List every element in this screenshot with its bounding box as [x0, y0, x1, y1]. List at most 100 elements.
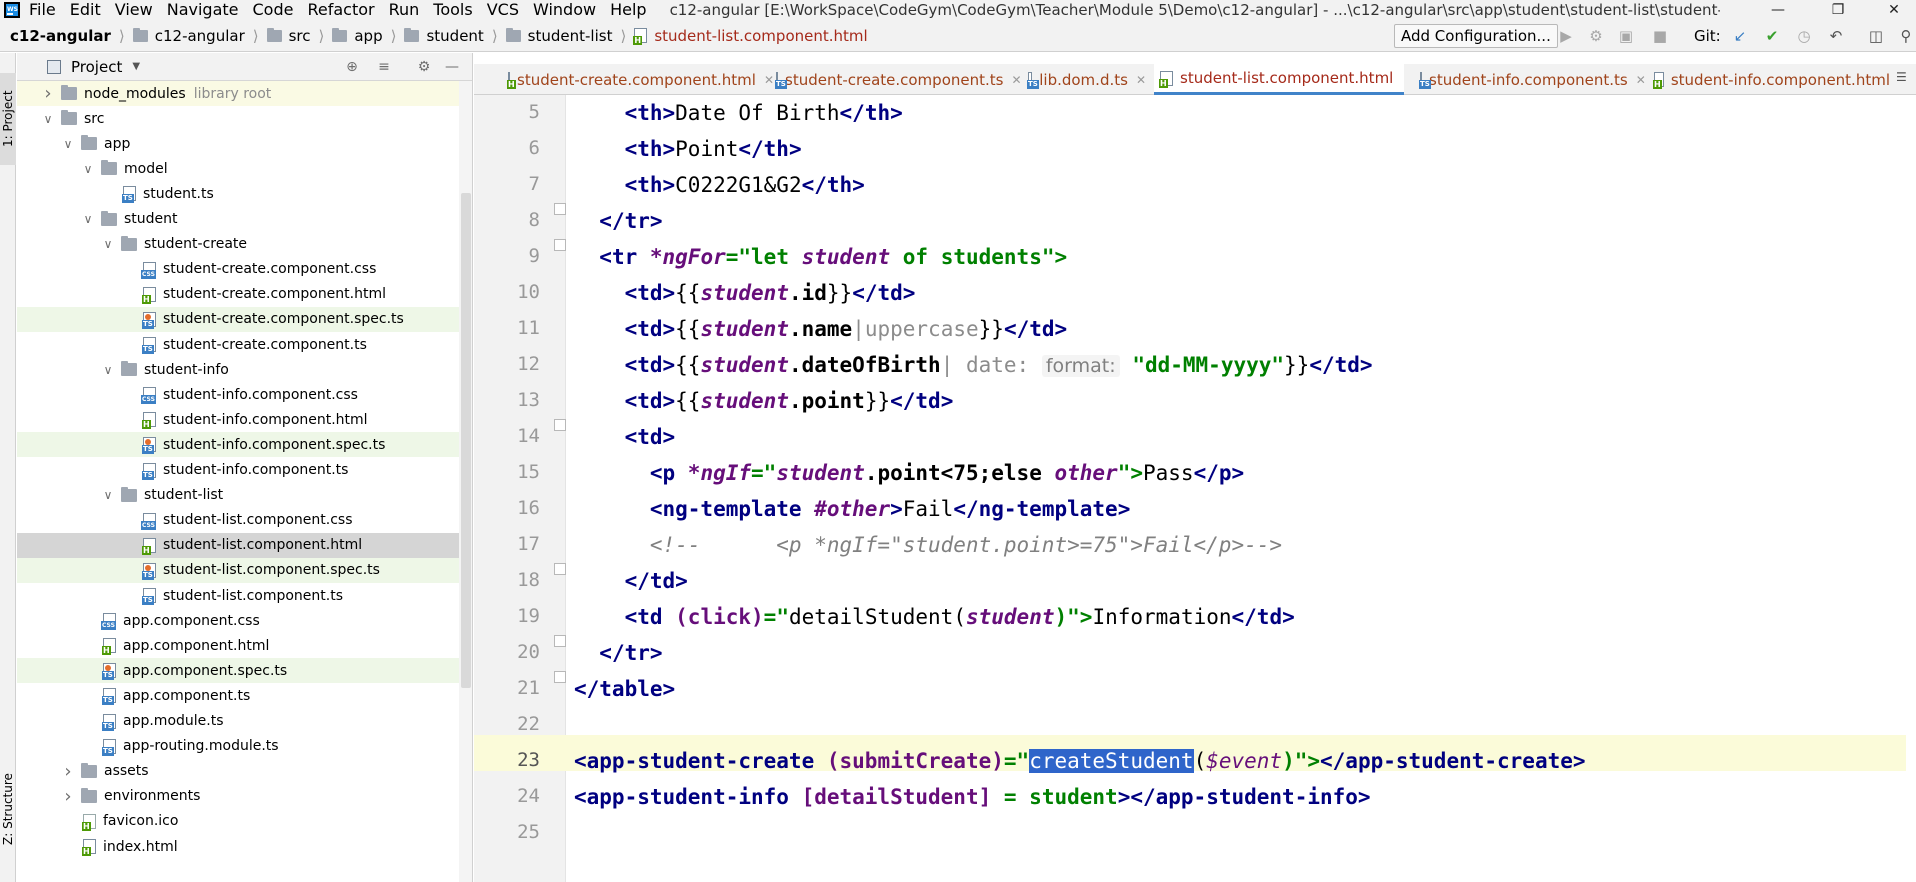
tree-item-student-create-component-spec-ts[interactable]: student-create.component.spec.ts [17, 306, 472, 332]
menu-vcs[interactable]: VCS [480, 0, 526, 20]
code-line-12[interactable]: <td>{{student.dateOfBirth| date: format:… [574, 347, 1904, 383]
tree-item-assets[interactable]: › assets [17, 759, 472, 784]
tree-item-app-component-html[interactable]: app.component.html [17, 633, 472, 658]
tree-item-student[interactable]: ∨ student [17, 207, 472, 232]
run-icon[interactable]: ▶ [1556, 26, 1576, 46]
menu-file[interactable]: File [22, 0, 63, 20]
project-scrollbar-thumb[interactable] [461, 193, 471, 688]
menu-navigate[interactable]: Navigate [160, 0, 246, 20]
chevron-down-icon[interactable]: ∨ [101, 237, 115, 251]
tree-item-app-routing-module-ts[interactable]: app-routing.module.ts [17, 734, 472, 759]
project-view-selector[interactable]: Project ▼ [47, 58, 140, 76]
chevron-down-icon[interactable]: ∨ [81, 162, 95, 176]
fold-marker-icon[interactable] [554, 203, 566, 215]
tree-item-student-info[interactable]: ∨ student-info [17, 357, 472, 382]
breadcrumb-item-app[interactable]: app ⟩ [328, 27, 400, 45]
tree-item-app-component-ts[interactable]: app.component.ts [17, 683, 472, 708]
code-line-20[interactable]: </tr> [574, 635, 1904, 671]
coverage-icon[interactable]: ▣ [1616, 26, 1636, 46]
git-history-icon[interactable]: ◷ [1794, 26, 1814, 46]
chevron-right-icon[interactable]: › [61, 786, 75, 807]
breadcrumb-item-student[interactable]: student ⟩ [400, 27, 501, 45]
fold-marker-icon[interactable] [554, 239, 566, 251]
menu-view[interactable]: View [108, 0, 160, 20]
menu-tools[interactable]: Tools [426, 0, 479, 20]
code-line-23[interactable]: <app-student-create (submitCreate)="crea… [574, 743, 1904, 779]
git-commit-icon[interactable]: ✔ [1762, 26, 1782, 46]
close-tab-icon[interactable]: ✕ [1636, 73, 1646, 87]
code-line-19[interactable]: <td (click)="detailStudent(student)">Inf… [574, 599, 1904, 635]
chevron-down-icon[interactable]: ∨ [81, 212, 95, 226]
code-line-16[interactable]: <ng-template #other>Fail</ng-template> [574, 491, 1904, 527]
add-configuration-button[interactable]: Add Configuration... [1394, 24, 1558, 48]
chevron-down-icon[interactable]: ∨ [61, 137, 75, 151]
code-line-10[interactable]: <td>{{student.id}}</td> [574, 275, 1904, 311]
git-rollback-icon[interactable]: ↶ [1826, 26, 1846, 46]
menu-run[interactable]: Run [382, 0, 427, 20]
tree-item-student-create[interactable]: ∨ student-create [17, 232, 472, 257]
code-line-21[interactable]: </table> [574, 671, 1904, 707]
tree-item-student-create-component-ts[interactable]: student-create.component.ts [17, 332, 472, 357]
code-line-11[interactable]: <td>{{student.name|uppercase}}</td> [574, 311, 1904, 347]
chevron-down-icon[interactable]: ∨ [101, 488, 115, 502]
code-line-9[interactable]: <tr *ngFor="let student of students"> [574, 239, 1904, 275]
tree-item-favicon-ico[interactable]: favicon.ico [17, 809, 472, 834]
tree-item-student-create-component-css[interactable]: student-create.component.css [17, 257, 472, 282]
tree-item-student-info-component-spec-ts[interactable]: student-info.component.spec.ts [17, 432, 472, 458]
code-line-18[interactable]: </td> [574, 563, 1904, 599]
tree-item-student-info-component-html[interactable]: student-info.component.html [17, 407, 472, 432]
menu-edit[interactable]: Edit [63, 0, 108, 20]
breadcrumb-item-src[interactable]: src ⟩ [263, 27, 329, 45]
fold-marker-icon[interactable] [554, 419, 566, 431]
code-editor[interactable]: 5 6 7 8 9 10 11 12 13 14 15 16 17 18 19 20 21 22 23 24 25 <t… [474, 95, 1916, 882]
project-tool-tab[interactable]: 1: Project [0, 73, 16, 165]
tree-item-student-list[interactable]: ∨ student-list [17, 483, 472, 508]
hide-panel-icon[interactable]: — [443, 58, 461, 76]
tree-item-student-info-component-css[interactable]: student-info.component.css [17, 382, 472, 407]
tree-item-index-html[interactable]: index.html [17, 834, 472, 859]
tab-overflow-icon[interactable]: ☰ [1896, 70, 1907, 84]
structure-tool-tab[interactable]: Z: Structure [0, 759, 16, 859]
chevron-right-icon[interactable]: › [61, 761, 75, 782]
tree-item-src[interactable]: ∨ src [17, 106, 472, 131]
code-line-13[interactable]: <td>{{student.point}}</td> [574, 383, 1904, 419]
tree-item-app[interactable]: ∨ app [17, 131, 472, 156]
collapse-all-icon[interactable]: ≡ [375, 58, 393, 76]
menu-code[interactable]: Code [246, 0, 301, 20]
tree-item-student-ts[interactable]: student.ts [17, 181, 472, 206]
code-line-5[interactable]: <th>Date Of Birth</th> [574, 95, 1904, 131]
breadcrumb-item-file[interactable]: student-list.component.html [630, 27, 871, 45]
tree-item-model[interactable]: ∨ model [17, 156, 472, 181]
tree-item-student-list-component-spec-ts[interactable]: student-list.component.spec.ts [17, 557, 472, 583]
menu-help[interactable]: Help [603, 0, 653, 20]
tree-item-app-component-spec-ts[interactable]: app.component.spec.ts [17, 658, 472, 684]
git-update-icon[interactable]: ↙ [1730, 26, 1750, 46]
tab-student-create-ts[interactable]: student-create.component.ts ✕ [770, 64, 1022, 95]
breadcrumb-item-root[interactable]: c12-angular ⟩ [129, 27, 263, 45]
webstorm-logo-icon[interactable]: WS [2, 1, 22, 19]
minimize-icon[interactable]: — [1756, 0, 1800, 20]
close-window-icon[interactable]: ✕ [1872, 0, 1916, 20]
close-tab-icon[interactable]: ✕ [1136, 73, 1146, 87]
debug-icon[interactable]: ⚙ [1586, 26, 1606, 46]
tree-item-node-modules[interactable]: › node_modules library root [17, 81, 472, 106]
tab-lib-dom-d-ts[interactable]: lib.dom.d.ts ✕ [1022, 64, 1146, 95]
tree-item-student-create-component-html[interactable]: student-create.component.html [17, 282, 472, 307]
fold-marker-icon[interactable] [554, 563, 566, 575]
project-structure-icon[interactable]: ◫ [1866, 26, 1886, 46]
fold-marker-icon[interactable] [554, 635, 566, 647]
menu-refactor[interactable]: Refactor [300, 0, 381, 20]
settings-gear-icon[interactable]: ⚙ [415, 58, 433, 76]
search-everywhere-icon[interactable]: ⚲ [1896, 26, 1916, 46]
code-line-14[interactable]: <td> [574, 419, 1904, 455]
fold-marker-icon[interactable] [554, 671, 566, 683]
tab-student-info-html[interactable]: student-info.component.html [1648, 64, 1890, 95]
close-tab-icon[interactable]: ✕ [1011, 73, 1021, 87]
tree-item-environments[interactable]: › environments [17, 784, 472, 809]
tab-student-list-html[interactable]: student-list.component.html [1154, 64, 1404, 95]
tree-item-app-module-ts[interactable]: app.module.ts [17, 709, 472, 734]
tab-student-create-html[interactable]: student-create.component.html ✕ [502, 64, 774, 95]
editor-scrollbar[interactable] [1906, 95, 1916, 882]
tree-item-app-component-css[interactable]: app.component.css [17, 608, 472, 633]
tree-item-student-info-component-ts[interactable]: student-info.component.ts [17, 458, 472, 483]
